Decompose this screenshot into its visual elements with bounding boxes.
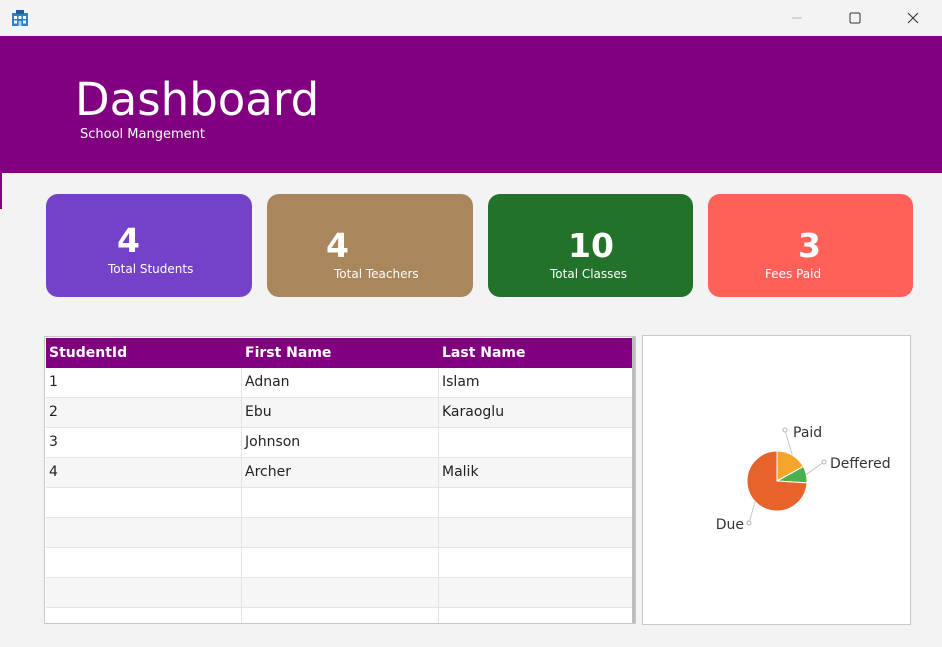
school-building-icon bbox=[10, 8, 30, 28]
table-cell[interactable]: Karaoglu bbox=[439, 398, 635, 427]
pie-leader-dot bbox=[746, 520, 752, 526]
column-header-last-name[interactable]: Last Name bbox=[439, 338, 635, 368]
table-cell[interactable]: Ebu bbox=[242, 398, 439, 427]
table-row[interactable]: 3 Johnson bbox=[46, 428, 635, 458]
table-row[interactable]: 4 Archer Malik bbox=[46, 458, 635, 488]
table-cell[interactable] bbox=[439, 518, 635, 547]
table-cell[interactable]: Adnan bbox=[242, 368, 439, 397]
stat-label: Total Teachers bbox=[334, 267, 419, 281]
table-cell[interactable]: 4 bbox=[46, 458, 242, 487]
table-cell[interactable] bbox=[439, 608, 635, 623]
column-header-studentid[interactable]: StudentId bbox=[46, 338, 242, 368]
maximize-icon bbox=[849, 12, 861, 24]
table-cell[interactable] bbox=[46, 608, 242, 623]
table-cell[interactable] bbox=[242, 518, 439, 547]
dashboard-header: Dashboard School Mangement bbox=[0, 36, 942, 173]
column-header-first-name[interactable]: First Name bbox=[242, 338, 439, 368]
stat-value: 10 bbox=[568, 226, 614, 265]
stat-value: 4 bbox=[326, 226, 349, 265]
table-cell[interactable] bbox=[46, 488, 242, 517]
pie-label-due: Due bbox=[716, 517, 744, 533]
table-cell[interactable] bbox=[439, 488, 635, 517]
stat-value: 4 bbox=[117, 221, 140, 260]
pie-leader-dot bbox=[821, 459, 827, 465]
pie-leader-line bbox=[748, 501, 756, 524]
pie-chart-svg: Paid Deffered Due bbox=[716, 425, 891, 533]
fees-pie-chart: Paid Deffered Due bbox=[642, 335, 911, 625]
table-row[interactable] bbox=[46, 548, 635, 578]
stat-card-classes: 10 Total Classes bbox=[488, 194, 693, 297]
table-cell[interactable]: 2 bbox=[46, 398, 242, 427]
table-row[interactable] bbox=[46, 578, 635, 608]
stat-label: Fees Paid bbox=[765, 267, 822, 281]
table-cell[interactable]: Malik bbox=[439, 458, 635, 487]
table-cell[interactable] bbox=[242, 578, 439, 607]
table-cell[interactable] bbox=[46, 578, 242, 607]
minimize-icon bbox=[792, 17, 802, 19]
table-cell[interactable] bbox=[439, 428, 635, 457]
table-row[interactable] bbox=[46, 518, 635, 548]
page-title: Dashboard bbox=[75, 73, 320, 126]
pie-leader-line bbox=[805, 461, 825, 475]
pie-label-deffered: Deffered bbox=[830, 456, 891, 472]
students-grid[interactable]: StudentId First Name Last Name 1 Adnan Isl… bbox=[44, 336, 636, 624]
maximize-button[interactable] bbox=[826, 0, 884, 36]
table-cell[interactable] bbox=[242, 608, 439, 623]
page-subtitle: School Mangement bbox=[80, 127, 205, 142]
table-cell[interactable] bbox=[439, 548, 635, 577]
table-cell[interactable]: Islam bbox=[439, 368, 635, 397]
stat-card-students: 4 Total Students bbox=[46, 194, 252, 297]
table-cell[interactable] bbox=[46, 518, 242, 547]
window-titlebar bbox=[0, 0, 942, 36]
stat-label: Total Students bbox=[108, 262, 194, 276]
table-row[interactable] bbox=[46, 488, 635, 518]
table-cell[interactable]: 1 bbox=[46, 368, 242, 397]
stat-label: Total Classes bbox=[550, 267, 628, 281]
stat-card-fees: 3 Fees Paid bbox=[708, 194, 913, 297]
close-button[interactable] bbox=[884, 0, 942, 36]
close-icon bbox=[907, 12, 919, 24]
grid-header: StudentId First Name Last Name bbox=[46, 338, 635, 368]
table-cell[interactable] bbox=[242, 488, 439, 517]
grid-body: 1 Adnan Islam 2 Ebu Karaoglu 3 Johnson 4 Archer Ma… bbox=[46, 368, 635, 623]
table-cell[interactable] bbox=[242, 548, 439, 577]
table-row[interactable]: 1 Adnan Islam bbox=[46, 368, 635, 398]
table-cell[interactable] bbox=[46, 548, 242, 577]
table-row[interactable] bbox=[46, 608, 635, 623]
table-row[interactable]: 2 Ebu Karaoglu bbox=[46, 398, 635, 428]
grid-scrollbar[interactable] bbox=[632, 337, 635, 623]
stat-value: 3 bbox=[798, 226, 821, 265]
pie-label-paid: Paid bbox=[793, 425, 822, 441]
table-cell[interactable] bbox=[439, 578, 635, 607]
table-cell[interactable]: 3 bbox=[46, 428, 242, 457]
pie-leader-line bbox=[784, 429, 793, 456]
minimize-button[interactable] bbox=[768, 0, 826, 36]
table-cell[interactable]: Archer bbox=[242, 458, 439, 487]
table-cell[interactable]: Johnson bbox=[242, 428, 439, 457]
stat-card-teachers: 4 Total Teachers bbox=[267, 194, 473, 297]
header-accent bbox=[0, 173, 2, 209]
pie-leader-dot bbox=[782, 427, 788, 433]
